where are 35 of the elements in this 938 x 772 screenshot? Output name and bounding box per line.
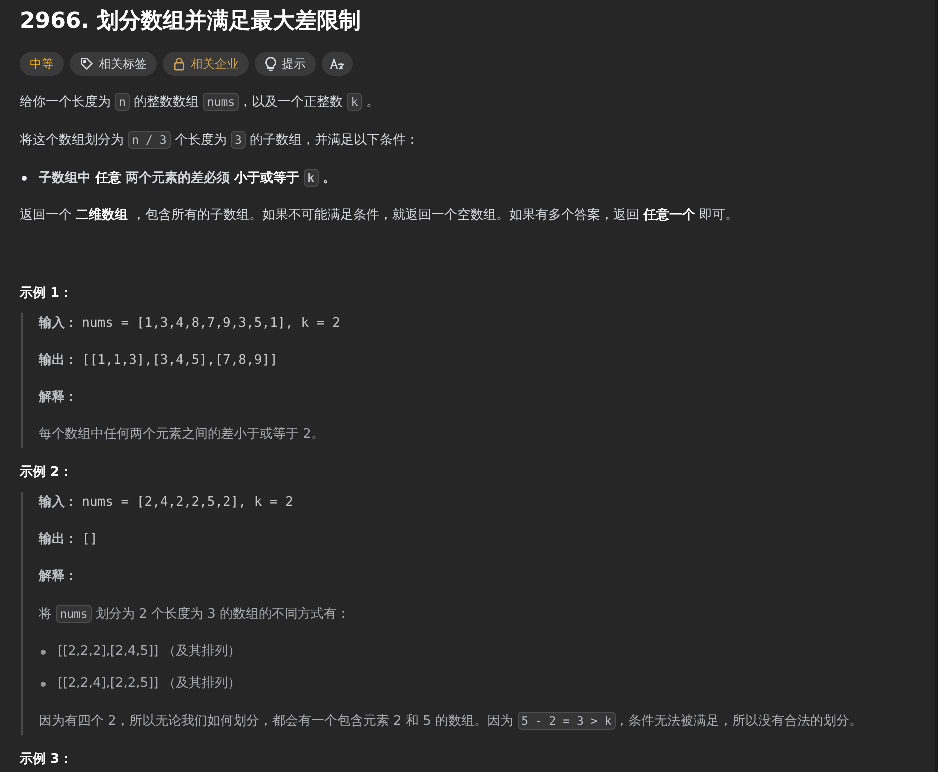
example-heading: 示例 3： bbox=[20, 751, 74, 769]
example-value: [] bbox=[82, 532, 98, 547]
list-item: 子数组中 任意 两个元素的差必须 小于或等于 k 。 bbox=[39, 168, 336, 189]
field-label: 输出： bbox=[39, 353, 78, 368]
field-label: 解释： bbox=[39, 569, 78, 584]
bullet-icon bbox=[41, 650, 46, 654]
field-label: 输出： bbox=[39, 532, 78, 547]
example-value: nums = [2,4,2,2,5,2], k = 2 bbox=[82, 495, 294, 510]
paragraph: 给你一个长度为 n 的整数数组 nums ，以及一个正整数 k 。 bbox=[20, 92, 380, 113]
example-value: [[1,1,3],[3,4,5],[7,8,9]] bbox=[82, 353, 278, 368]
lock-icon bbox=[173, 57, 186, 71]
list-item: [[2,2,4],[2,2,5]] （及其排列） bbox=[58, 675, 241, 693]
tags-button[interactable]: 相关标签 bbox=[70, 52, 157, 76]
paragraph: 将这个数组划分为 n / 3 个长度为 3 的子数组，并满足以下条件： bbox=[20, 130, 420, 151]
example-value: nums = [1,3,4,8,7,9,3,5,1], k = 2 bbox=[82, 316, 340, 331]
hint-button[interactable]: 提示 bbox=[255, 52, 316, 76]
paragraph: 返回一个 二维数组 ，包含所有的子数组。如果不可能满足条件，就返回一个空数组。如果有多个答案，返回 任意一个 即可。 bbox=[20, 206, 740, 225]
tag-icon bbox=[80, 57, 94, 71]
problem-title: 2966. 划分数组并满足最大差限制 bbox=[20, 8, 362, 36]
lightbulb-icon bbox=[265, 56, 277, 72]
translate-button[interactable] bbox=[322, 52, 353, 76]
example-heading: 示例 2： bbox=[20, 464, 74, 482]
bullet-icon bbox=[22, 176, 27, 181]
field-label: 输入： bbox=[39, 495, 78, 510]
example-heading: 示例 1： bbox=[20, 285, 74, 303]
companies-button[interactable]: 相关企业 bbox=[163, 52, 249, 76]
field-label: 输入： bbox=[39, 316, 78, 331]
list-item: [[2,2,2],[2,4,5]] （及其排列） bbox=[58, 643, 241, 661]
explanation-text: 将 nums 划分为 2 个长度为 3 的数组的不同方式有： bbox=[39, 604, 352, 625]
explanation-text: 因为有四个 2，所以无论我们如何划分，都会有一个包含元素 2 和 5 的数组。因为 5 - 2 = 3 > k ，条件无法被满足，所以没有合法的划分。 bbox=[39, 711, 864, 732]
bullet-icon bbox=[41, 682, 46, 686]
field-label: 解释： bbox=[39, 390, 78, 405]
difficulty-badge[interactable]: 中等 bbox=[20, 52, 64, 76]
explanation-text: 每个数组中任何两个元素之间的差小于或等于 2。 bbox=[39, 426, 326, 444]
translate-icon bbox=[330, 58, 345, 70]
